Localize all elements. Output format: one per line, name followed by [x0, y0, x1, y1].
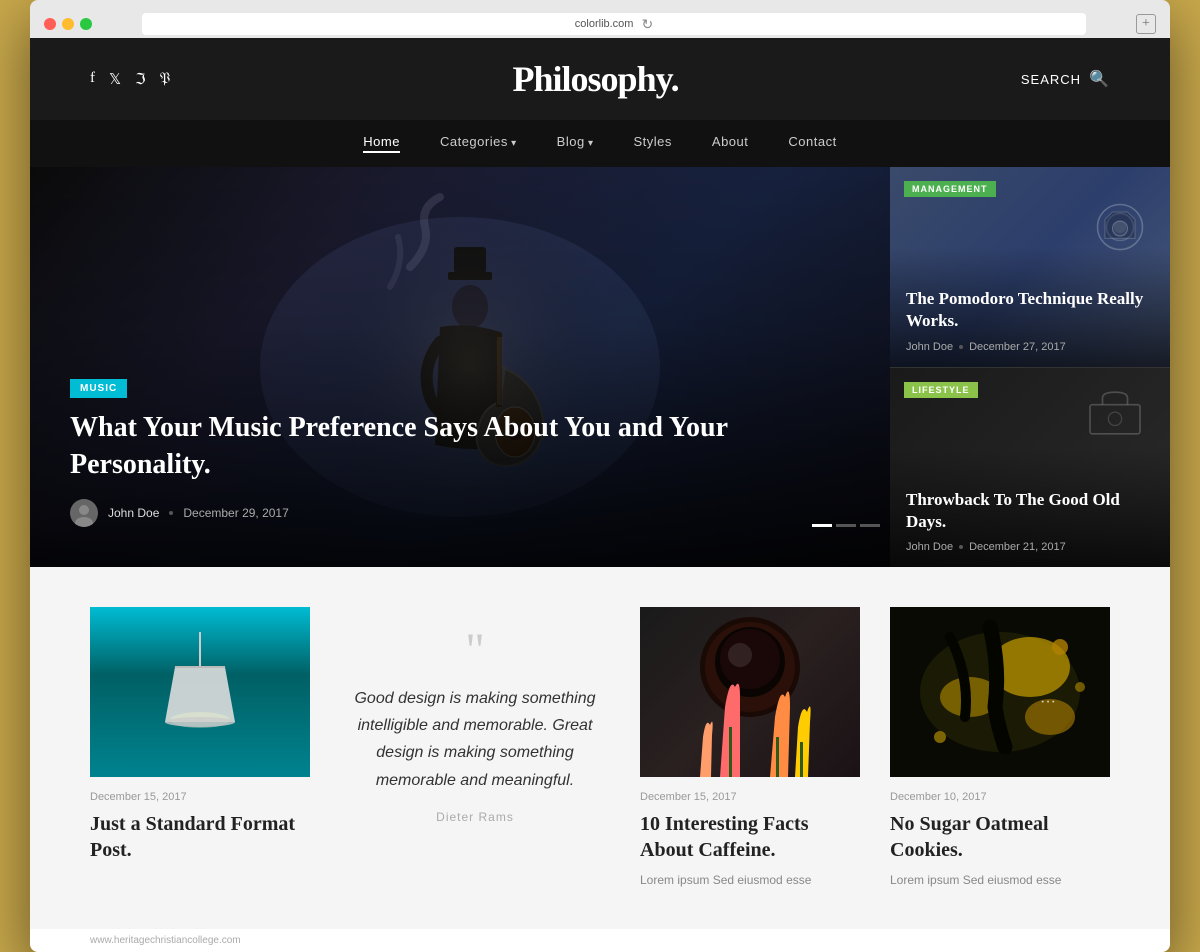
address-text: colorlib.com	[575, 18, 634, 30]
post-quote: " Good design is making something intell…	[340, 607, 610, 844]
quote-author: Dieter Rams	[350, 810, 600, 824]
hero-date: December 29, 2017	[183, 506, 288, 520]
card1-separator	[959, 345, 963, 349]
hero-card-1[interactable]: MANAGEMENT The Pomodoro Technique Really…	[890, 167, 1170, 367]
post-cookies-date: December 10, 2017	[890, 791, 1110, 803]
post-cookies-excerpt: Lorem ipsum Sed eiusmod esse	[890, 871, 1110, 889]
nav-dot-3	[860, 524, 880, 527]
hero-main[interactable]: MUSIC What Your Music Preference Says Ab…	[30, 167, 890, 567]
posts-grid: December 15, 2017 Just a Standard Format…	[90, 607, 1110, 889]
hero-author: John Doe	[108, 506, 159, 520]
card1-category: MANAGEMENT	[904, 181, 996, 197]
card2-separator	[959, 545, 963, 549]
nav-home[interactable]: Home	[363, 134, 400, 153]
post-caffeine-title: 10 Interesting Facts About Caffeine.	[640, 811, 860, 863]
social-icons: f 𝕏 ℑ 𝔓	[90, 70, 170, 89]
dot-red[interactable]	[44, 18, 56, 30]
search-label: SEARCH	[1021, 72, 1081, 87]
address-bar[interactable]: colorlib.com ↻	[142, 13, 1086, 35]
post-cookies[interactable]: ··· December 10, 2017 No Sugar Oatmeal C…	[890, 607, 1110, 889]
quote-marks: "	[350, 627, 600, 675]
navigation: Home Categories Blog Styles About Contac…	[30, 120, 1170, 167]
new-tab-button[interactable]: +	[1136, 14, 1156, 34]
post-caffeine-date: December 15, 2017	[640, 791, 860, 803]
hero-meta: John Doe December 29, 2017	[70, 499, 870, 527]
coffee-flowers-svg	[640, 607, 860, 777]
browser-window: colorlib.com ↻ + f 𝕏 ℑ 𝔓 Philosophy. SEA…	[30, 0, 1170, 952]
site-title: Philosophy.	[513, 58, 679, 100]
nav-blog[interactable]: Blog	[557, 134, 594, 153]
website-content: f 𝕏 ℑ 𝔓 Philosophy. SEARCH 🔍 Home Catego…	[30, 38, 1170, 952]
hero-side-cards: MANAGEMENT The Pomodoro Technique Really…	[890, 167, 1170, 567]
hero-title: What Your Music Preference Says About Yo…	[70, 410, 870, 483]
post-lamp-title: Just a Standard Format Post.	[90, 811, 310, 863]
hero-content: MUSIC What Your Music Preference Says Ab…	[70, 378, 870, 527]
nav-dot-1	[812, 524, 832, 527]
hero-category-badge[interactable]: MUSIC	[70, 379, 127, 398]
reload-icon[interactable]: ↻	[641, 16, 653, 33]
dot-green[interactable]	[80, 18, 92, 30]
browser-chrome: colorlib.com ↻ +	[30, 0, 1170, 38]
search-icon[interactable]: 🔍	[1089, 69, 1110, 89]
site-header: f 𝕏 ℑ 𝔓 Philosophy. SEARCH 🔍	[30, 38, 1170, 120]
card2-content: Throwback To The Good Old Days. John Doe…	[890, 475, 1170, 567]
nav-dot-2	[836, 524, 856, 527]
author-avatar	[70, 499, 98, 527]
hero-card-2[interactable]: LIFESTYLE Throwback To The Good Old Days…	[890, 367, 1170, 568]
hero-nav-dots	[812, 524, 880, 527]
dot-yellow[interactable]	[62, 18, 74, 30]
facebook-icon[interactable]: f	[90, 70, 95, 89]
card2-date: December 21, 2017	[969, 541, 1066, 553]
meta-separator	[169, 511, 173, 515]
card2-category: LIFESTYLE	[904, 382, 978, 398]
post-cookies-image: ···	[890, 607, 1110, 777]
card2-title: Throwback To The Good Old Days.	[906, 489, 1154, 533]
twitter-icon[interactable]: 𝕏	[109, 70, 121, 89]
nav-about[interactable]: About	[712, 134, 748, 153]
post-lamp-date: December 15, 2017	[90, 791, 310, 803]
svg-text:···: ···	[1040, 694, 1056, 711]
main-content: December 15, 2017 Just a Standard Format…	[30, 567, 1170, 929]
card1-author: John Doe	[906, 341, 953, 353]
nav-contact[interactable]: Contact	[788, 134, 836, 153]
nav-styles[interactable]: Styles	[634, 134, 672, 153]
post-lamp[interactable]: December 15, 2017 Just a Standard Format…	[90, 607, 310, 863]
post-caffeine[interactable]: December 15, 2017 10 Interesting Facts A…	[640, 607, 860, 889]
card1-title: The Pomodoro Technique Really Works.	[906, 288, 1154, 332]
card1-date: December 27, 2017	[969, 341, 1066, 353]
card2-author: John Doe	[906, 541, 953, 553]
cookies-svg: ···	[890, 607, 1110, 777]
post-coffee-image	[640, 607, 860, 777]
search-area[interactable]: SEARCH 🔍	[1021, 69, 1110, 89]
card1-content: The Pomodoro Technique Really Works. Joh…	[890, 274, 1170, 366]
browser-dots	[44, 18, 92, 30]
pinterest-icon[interactable]: 𝔓	[160, 70, 171, 89]
lamp-svg	[160, 632, 240, 752]
post-lamp-image	[90, 607, 310, 777]
quote-text: Good design is making something intellig…	[350, 685, 600, 794]
post-caffeine-excerpt: Lorem ipsum Sed eiusmod esse	[640, 871, 860, 889]
card2-meta: John Doe December 21, 2017	[906, 541, 1154, 553]
post-cookies-title: No Sugar Oatmeal Cookies.	[890, 811, 1110, 863]
hero-section: MUSIC What Your Music Preference Says Ab…	[30, 167, 1170, 567]
nav-categories[interactable]: Categories	[440, 134, 517, 153]
card1-meta: John Doe December 27, 2017	[906, 341, 1154, 353]
instagram-icon[interactable]: ℑ	[135, 70, 145, 89]
